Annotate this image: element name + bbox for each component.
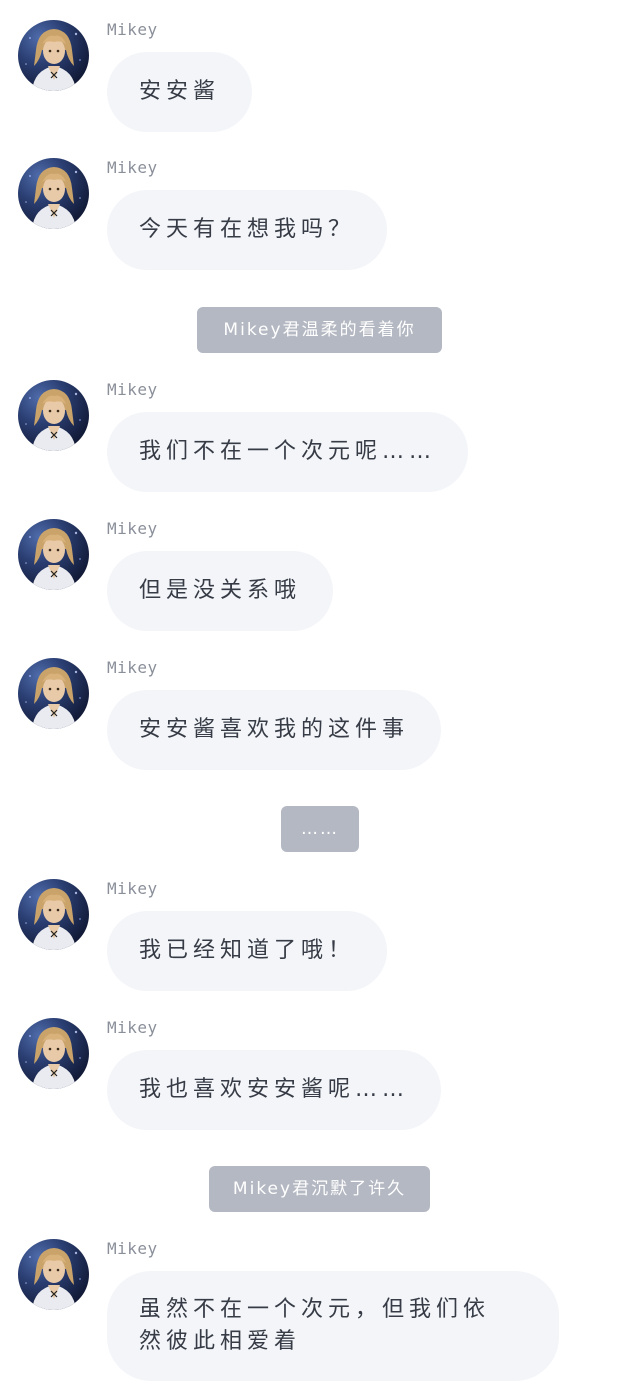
sender-name: Mikey (107, 380, 158, 399)
message-text: 但是没关系哦 (139, 578, 302, 603)
system-notice: Mikey君沉默了许久 (209, 1166, 430, 1212)
message-bubble[interactable]: 安安酱喜欢我的这件事 (107, 690, 442, 770)
sender-name: Mikey (107, 158, 158, 177)
sender-name: Mikey (107, 20, 158, 39)
mikey-avatar-icon[interactable] (18, 158, 89, 229)
message-text-line: 然彼此相爱着 (139, 1329, 302, 1354)
message-bubble[interactable]: 我也喜欢安安酱呢…… (107, 1050, 442, 1130)
system-notice: Mikey君温柔的看着你 (197, 307, 442, 353)
sender-name: Mikey (107, 658, 158, 677)
sender-name: Mikey (107, 1018, 158, 1037)
mikey-avatar-icon[interactable] (18, 1239, 89, 1310)
message-bubble[interactable]: 安安酱 (107, 52, 253, 132)
message-bubble[interactable]: 我们不在一个次元呢…… (107, 412, 469, 492)
message-bubble[interactable]: 今天有在想我吗？ (107, 190, 388, 270)
mikey-avatar-icon[interactable] (18, 1018, 89, 1089)
mikey-avatar-icon[interactable] (18, 519, 89, 590)
message-text: 我们不在一个次元呢…… (139, 439, 437, 464)
sender-name: Mikey (107, 519, 158, 538)
message-text-line: 虽然不在一个次元，但我们依 (139, 1297, 491, 1322)
sender-name: Mikey (107, 1239, 158, 1258)
message-bubble[interactable]: 我已经知道了哦！ (107, 911, 388, 991)
message-text: 我也喜欢安安酱呢…… (139, 1077, 410, 1102)
mikey-avatar-icon[interactable] (18, 658, 89, 729)
mikey-avatar-icon[interactable] (18, 20, 89, 91)
message-text: 我已经知道了哦！ (139, 938, 356, 963)
message-text: 安安酱喜欢我的这件事 (139, 717, 410, 742)
message-text: 安安酱 (139, 79, 221, 104)
sender-name: Mikey (107, 879, 158, 898)
message-text: 今天有在想我吗？ (139, 217, 356, 242)
mikey-avatar-icon[interactable] (18, 380, 89, 451)
mikey-avatar-icon[interactable] (18, 879, 89, 950)
system-notice: …… (281, 806, 359, 852)
message-bubble[interactable]: 虽然不在一个次元，但我们依 然彼此相爱着 (107, 1271, 559, 1381)
message-bubble[interactable]: 但是没关系哦 (107, 551, 334, 631)
